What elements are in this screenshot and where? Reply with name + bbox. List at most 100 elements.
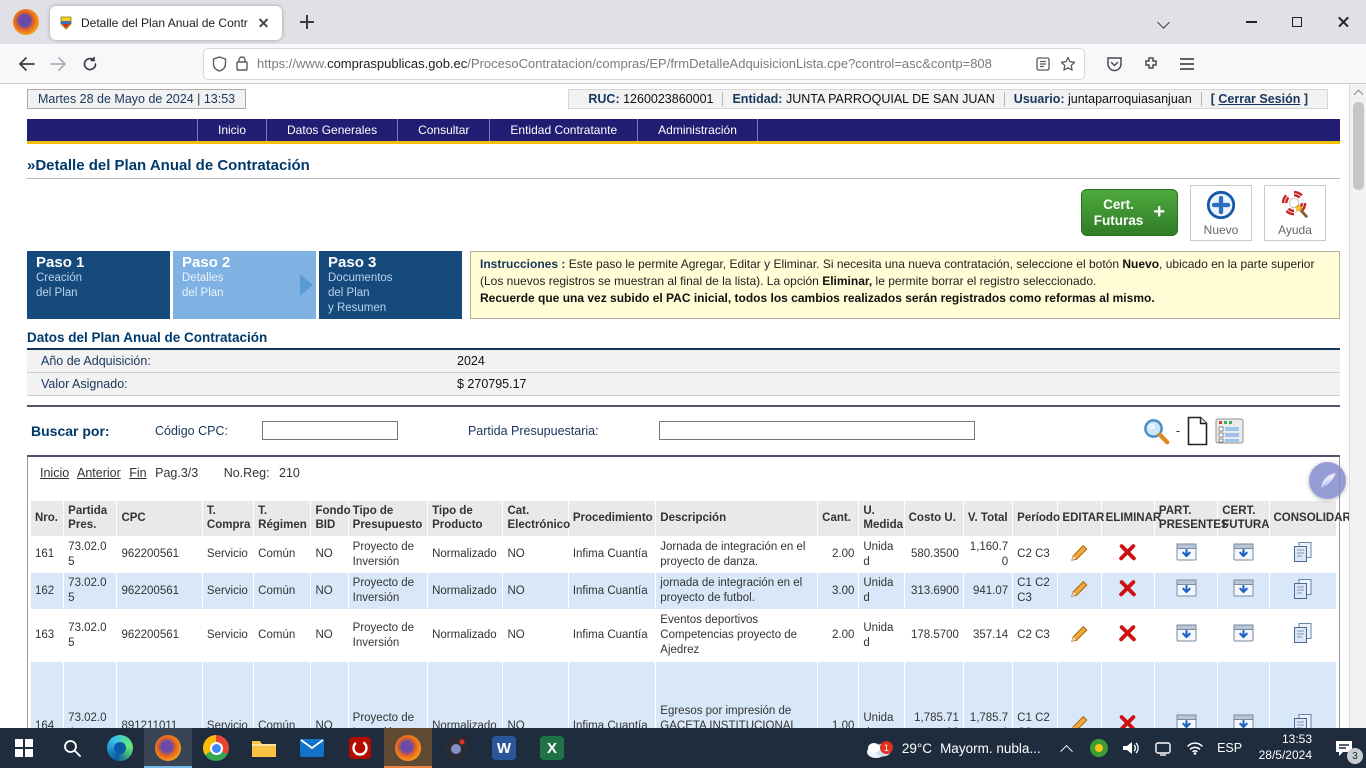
menu-hamburger-icon[interactable] bbox=[1179, 57, 1195, 71]
cell-procedimiento: Infima Cuantía bbox=[569, 662, 655, 728]
lock-icon[interactable] bbox=[236, 56, 248, 71]
cast-screen-icon[interactable] bbox=[1147, 728, 1179, 768]
cell-tipo-producto: Normalizado bbox=[428, 537, 502, 573]
step-3[interactable]: Paso 3 Documentosdel Plany Resumen bbox=[319, 251, 462, 319]
logout-link[interactable]: Cerrar Sesión bbox=[1218, 92, 1300, 106]
start-button[interactable] bbox=[0, 728, 48, 768]
cell-v-total: 1,160.70 bbox=[964, 537, 1012, 573]
step-1[interactable]: Paso 1 Creacióndel Plan bbox=[27, 251, 170, 319]
reload-button[interactable] bbox=[74, 48, 106, 80]
weather-temp: 29°C bbox=[902, 741, 932, 756]
cert-futuras-button[interactable]: Cert.Futuras + bbox=[1081, 189, 1178, 236]
tracking-shield-icon[interactable] bbox=[212, 56, 227, 72]
nav-item-consultar[interactable]: Consultar bbox=[398, 119, 490, 141]
cert-futura-button[interactable] bbox=[1218, 537, 1268, 573]
delete-button[interactable] bbox=[1102, 573, 1154, 609]
column-header: T. Compra bbox=[203, 501, 253, 536]
url-text[interactable]: https://www.compraspublicas.gob.ec/Proce… bbox=[257, 56, 1036, 71]
consolidar-button[interactable] bbox=[1270, 610, 1337, 661]
window-maximize-button[interactable] bbox=[1274, 0, 1320, 44]
cell-procedimiento: Infima Cuantía bbox=[569, 573, 655, 609]
cell-periodo: C2 C3 bbox=[1013, 610, 1057, 661]
edit-button[interactable] bbox=[1058, 573, 1100, 609]
cell-t-compra: Servicio bbox=[203, 610, 253, 661]
browser-tab[interactable]: Detalle del Plan Anual de Contr bbox=[50, 6, 282, 40]
pagination-anterior-link[interactable]: Anterior bbox=[77, 466, 121, 480]
file-explorer-icon[interactable] bbox=[240, 728, 288, 768]
edge-icon[interactable] bbox=[96, 728, 144, 768]
firefox-logo-icon[interactable] bbox=[13, 9, 39, 35]
scrollbar-thumb[interactable] bbox=[1353, 102, 1364, 190]
window-close-button[interactable] bbox=[1320, 0, 1366, 44]
search-icon[interactable] bbox=[1141, 416, 1171, 446]
antivirus-tray-icon[interactable] bbox=[1083, 728, 1115, 768]
nav-item-administración[interactable]: Administración bbox=[638, 119, 758, 141]
user-session-info: RUC: 1260023860001 Entidad: JUNTA PARROQ… bbox=[568, 89, 1328, 109]
weather-widget[interactable]: 1 29°C Mayorm. nubla... bbox=[854, 737, 1051, 759]
part-presentes-button[interactable] bbox=[1155, 662, 1217, 728]
taskbar-search-icon[interactable] bbox=[48, 728, 96, 768]
part-presentes-button[interactable] bbox=[1155, 610, 1217, 661]
volume-icon[interactable] bbox=[1115, 728, 1147, 768]
language-indicator[interactable]: ESP bbox=[1211, 728, 1249, 768]
firefox-active-icon[interactable] bbox=[384, 728, 432, 768]
nav-item-datos-generales[interactable]: Datos Generales bbox=[267, 119, 398, 141]
cert-futura-button[interactable] bbox=[1218, 662, 1268, 728]
delete-button[interactable] bbox=[1102, 610, 1154, 661]
pocket-save-icon[interactable] bbox=[1106, 56, 1123, 72]
tray-chevron-icon[interactable] bbox=[1051, 728, 1083, 768]
window-minimize-button[interactable] bbox=[1228, 0, 1274, 44]
clock[interactable]: 13:53 28/5/2024 bbox=[1249, 732, 1322, 763]
nav-item-entidad-contratante[interactable]: Entidad Contratante bbox=[490, 119, 638, 141]
cpc-input[interactable] bbox=[262, 421, 398, 440]
consolidar-button[interactable] bbox=[1270, 662, 1337, 728]
tab-close-icon[interactable] bbox=[254, 13, 274, 33]
cell-partida: 73.02.04 bbox=[64, 662, 116, 728]
edit-button[interactable] bbox=[1058, 662, 1100, 728]
part-presentes-button[interactable] bbox=[1155, 537, 1217, 573]
cert-futura-button[interactable] bbox=[1218, 610, 1268, 661]
pagination-fin-link[interactable]: Fin bbox=[129, 466, 146, 480]
bookmark-star-icon[interactable] bbox=[1060, 56, 1076, 72]
delete-button[interactable] bbox=[1102, 537, 1154, 573]
new-tab-button[interactable] bbox=[294, 9, 320, 35]
list-form-icon[interactable] bbox=[1215, 418, 1244, 444]
forward-button[interactable] bbox=[42, 48, 74, 80]
cell-cat-electronico: NO bbox=[503, 610, 567, 661]
nav-item-inicio[interactable]: Inicio bbox=[197, 119, 267, 141]
acrobat-icon[interactable] bbox=[336, 728, 384, 768]
partida-input[interactable] bbox=[659, 421, 975, 440]
consolidar-button[interactable] bbox=[1270, 537, 1337, 573]
chrome-icon[interactable] bbox=[192, 728, 240, 768]
extensions-icon[interactable] bbox=[1143, 56, 1159, 72]
page-scrollbar[interactable] bbox=[1349, 84, 1366, 728]
step-2-active[interactable]: Paso 2 Detallesdel Plan bbox=[173, 251, 316, 319]
cert-futura-button[interactable] bbox=[1218, 573, 1268, 609]
part-presentes-button[interactable] bbox=[1155, 573, 1217, 609]
reader-view-icon[interactable] bbox=[1036, 57, 1050, 71]
capture-app-icon[interactable] bbox=[432, 728, 480, 768]
session-strip: Martes 28 de Mayo de 2024 | 13:53 RUC: 1… bbox=[27, 89, 1340, 109]
mail-outlook-icon[interactable] bbox=[288, 728, 336, 768]
nuevo-button[interactable]: Nuevo bbox=[1190, 185, 1252, 241]
wifi-icon[interactable] bbox=[1179, 728, 1211, 768]
list-tabs-chevron-icon[interactable] bbox=[1150, 7, 1180, 37]
cell-t-compra: Servicio bbox=[203, 573, 253, 609]
pagination-inicio-link[interactable]: Inicio bbox=[40, 466, 69, 480]
address-bar[interactable]: https://www.compraspublicas.gob.ec/Proce… bbox=[204, 49, 1084, 79]
edit-button[interactable] bbox=[1058, 610, 1100, 661]
back-button[interactable] bbox=[10, 48, 42, 80]
floating-capture-widget[interactable] bbox=[1309, 462, 1346, 499]
edit-button[interactable] bbox=[1058, 537, 1100, 573]
excel-icon[interactable]: X bbox=[528, 728, 576, 768]
scroll-up-arrow-icon[interactable] bbox=[1350, 84, 1366, 100]
consolidar-button[interactable] bbox=[1270, 573, 1337, 609]
notification-center[interactable]: 3 bbox=[1322, 728, 1366, 768]
cell-tipo-presupuesto: Proyecto de Inversión bbox=[349, 573, 427, 609]
blank-document-icon[interactable] bbox=[1185, 416, 1210, 446]
delete-button[interactable] bbox=[1102, 662, 1154, 728]
ayuda-button[interactable]: Ayuda bbox=[1264, 185, 1326, 241]
windows-taskbar: W X 1 29°C Mayorm. nubla... ESP 13:53 bbox=[0, 728, 1366, 768]
word-icon[interactable]: W bbox=[480, 728, 528, 768]
firefox-taskbar-icon[interactable] bbox=[144, 728, 192, 768]
